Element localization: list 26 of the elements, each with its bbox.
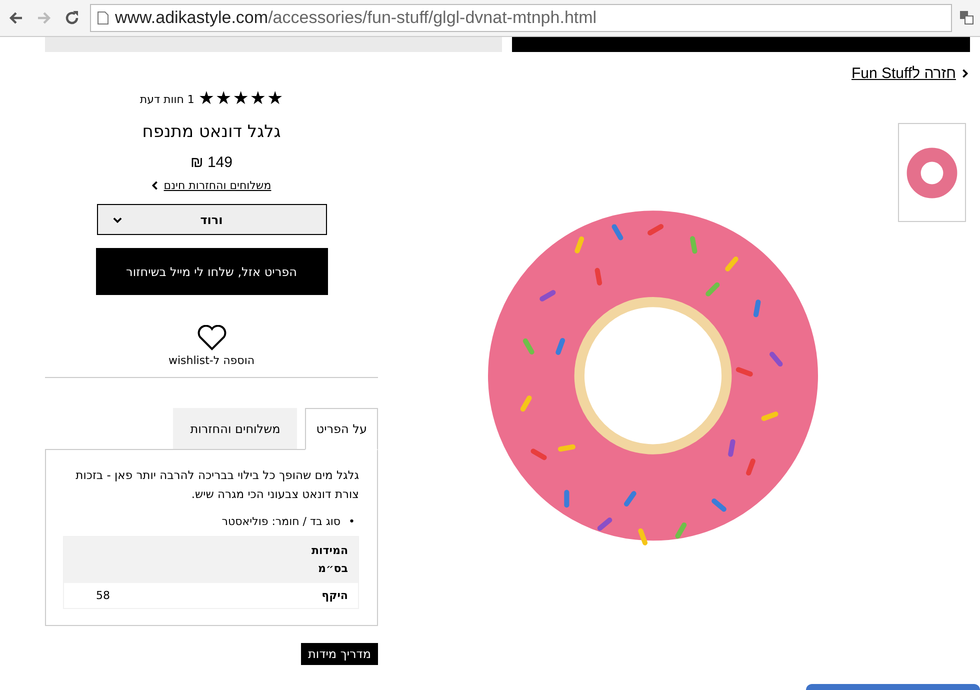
star-rating: ★ ★ ★ ★ ★ <box>198 90 284 108</box>
translate-icon[interactable] <box>960 11 974 25</box>
size-guide-button[interactable]: מדריך מידות <box>301 643 378 665</box>
bullet-mark: • <box>348 514 355 530</box>
chevron-icon <box>152 181 158 190</box>
shipping-link[interactable]: משלוחים והחזרות חינם <box>164 179 272 192</box>
caret-icon <box>112 216 122 222</box>
breadcrumb-link[interactable]: חזרה לFun Stuff <box>851 65 956 82</box>
table-header: המידות בס״מ <box>310 543 348 577</box>
address-bar[interactable]: www.adikastyle.com/accessories/fun-stuff/glgl-dvnat-mtnph.html <box>90 4 952 32</box>
tab[interactable]: על הפריט <box>305 408 378 450</box>
tab[interactable]: משלוחים והחזרות <box>173 408 298 450</box>
wishlist-link[interactable]: הוספה ל-wishlist <box>168 354 255 367</box>
product-title: גלגל דונאט מתנפח <box>142 122 281 142</box>
chevron-icon <box>962 69 968 78</box>
product-description: גלגל מים שהופך כל בילוי בבריכה להרבה יותר פאן - בזכות צורת דונאט צבעוני הכי מגרה שיש. <box>74 467 359 503</box>
table-cell: 58 <box>96 589 110 602</box>
heart-icon[interactable] <box>196 325 226 351</box>
table-cell: היקף <box>322 589 348 602</box>
review-count[interactable]: 1 חוות דעת <box>140 92 194 106</box>
material-item: סוג בד / חומר: פוליאסטר <box>222 514 340 530</box>
page-icon <box>97 11 109 25</box>
product-thumbnail[interactable] <box>898 123 966 222</box>
notify-button[interactable]: הפריט אזל, שלחו לי מייל בשיחזור <box>96 248 328 295</box>
product-price: 149 ₪ <box>190 154 232 171</box>
color-select[interactable]: ורוד <box>96 204 326 235</box>
